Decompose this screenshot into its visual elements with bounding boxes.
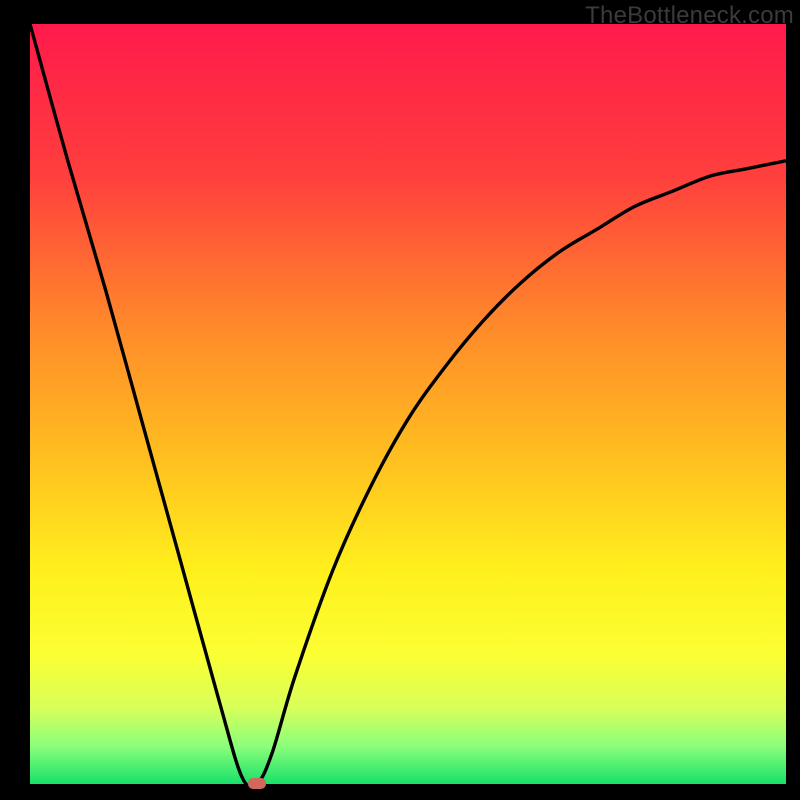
minimum-marker [248,778,266,789]
gradient-background [30,24,786,784]
chart-root: TheBottleneck.com [0,0,800,800]
watermark-text: TheBottleneck.com [585,2,794,30]
plot-area [30,24,786,784]
